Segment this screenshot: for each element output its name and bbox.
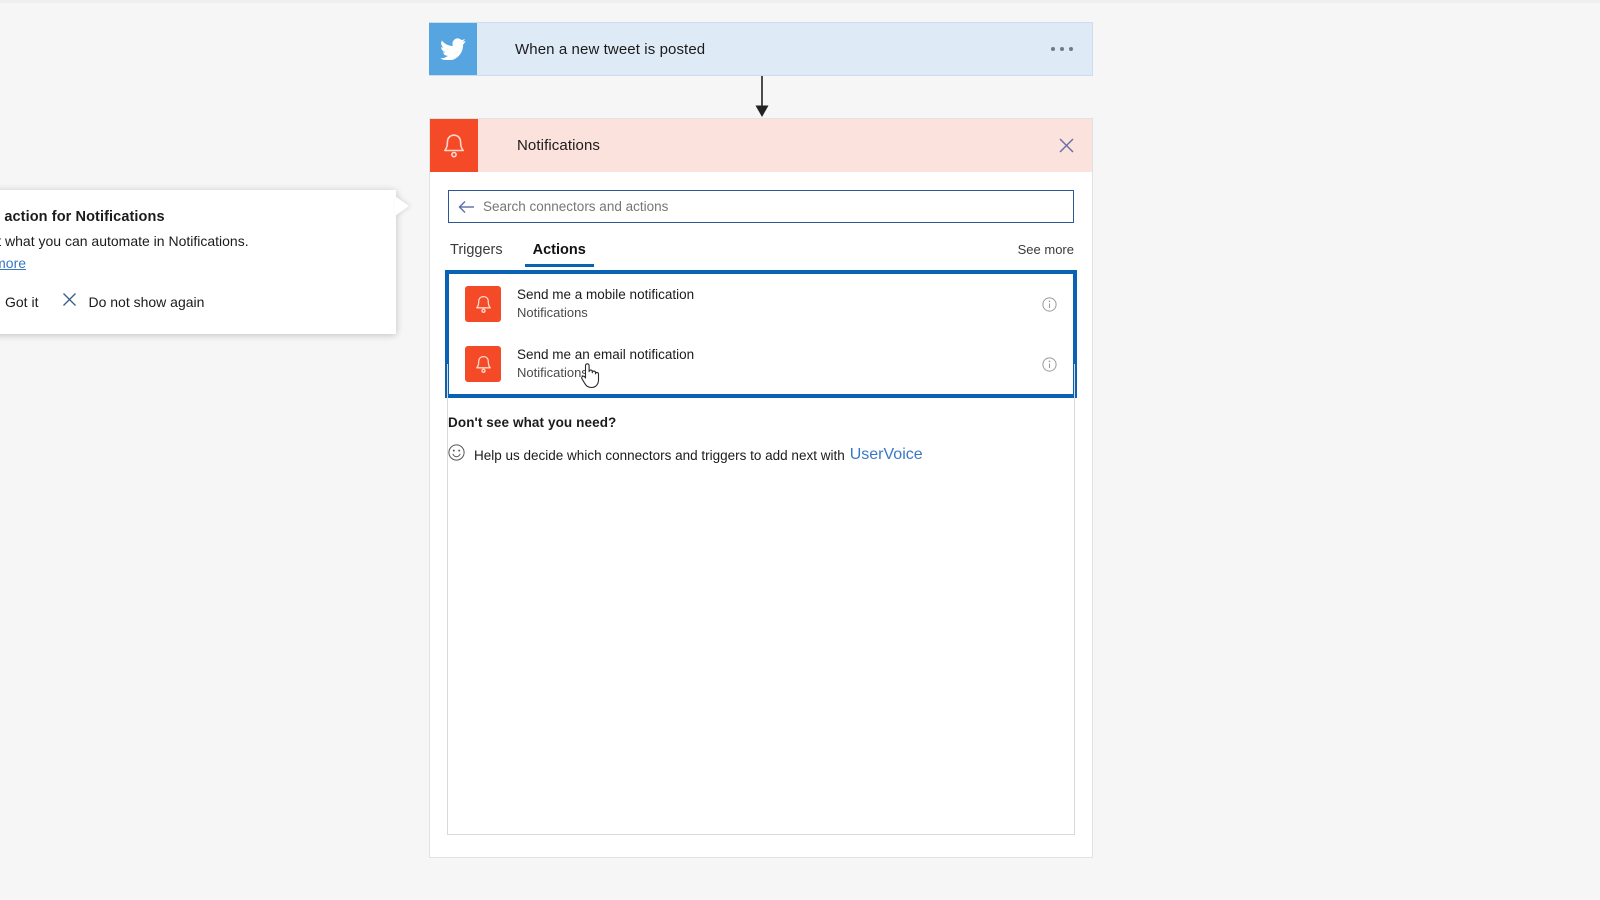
callout-beak [395,196,409,216]
down-arrow-icon [753,76,771,118]
twitter-bird-icon [429,22,477,75]
callout-actions: Got it Do not show again [0,292,396,312]
bell-icon [430,119,478,172]
do-not-show-again-button[interactable]: Do not show again [62,292,204,312]
top-hairline [0,0,1600,3]
list-item-subtitle: Notifications [517,365,588,380]
list-item-text: Send me an email notification Notificati… [517,346,694,382]
search-box[interactable] [448,190,1074,223]
trigger-card[interactable]: When a new tweet is posted [429,22,1093,76]
ellipsis-icon[interactable] [1051,47,1073,51]
see-more-link[interactable]: See more [1018,242,1074,267]
bell-icon [465,286,501,322]
info-icon[interactable] [1039,354,1059,374]
picker-title: Notifications [517,137,601,154]
bell-icon [465,346,501,382]
smiley-icon [448,444,465,466]
do-not-show-again-label: Do not show again [88,294,205,310]
callout-body: d out what you can automate in Notificat… [0,233,249,249]
info-icon[interactable] [1039,294,1059,314]
trigger-title: When a new tweet is posted [515,40,706,58]
uservoice-link[interactable]: UserVoice [850,446,923,464]
picker-tabs: Triggers Actions See more [448,223,1074,267]
results-highlight-box: Send me a mobile notification Notificati… [445,270,1077,398]
callout-content: d an action for Notifications d out what… [0,190,396,273]
got-it-button[interactable]: Got it [5,294,38,310]
learn-more-link[interactable]: arn more [0,255,26,271]
back-arrow-icon[interactable] [449,200,483,214]
footer-line: Help us decide which connectors and trig… [448,444,1074,466]
list-item-title: Send me a mobile notification [517,287,695,302]
list-item[interactable]: Send me an email notification Notificati… [449,334,1073,394]
close-icon[interactable] [1053,133,1079,159]
list-item-subtitle: Notifications [517,305,588,320]
footer-title: Don't see what you need? [448,415,617,430]
list-item-text: Send me a mobile notification Notificati… [517,286,694,322]
footer-prompt: Don't see what you need? Help us decide … [448,415,1074,466]
picker-header: Notifications [430,119,1092,172]
tab-actions[interactable]: Actions [524,242,595,267]
close-icon [62,292,77,312]
action-picker-card: Notifications Triggers Actions See more [429,118,1093,858]
callout-title: d an action for Notifications [0,209,165,225]
teaching-callout: d an action for Notifications d out what… [0,190,396,334]
tab-triggers[interactable]: Triggers [448,242,505,267]
list-item-title: Send me an email notification [517,347,695,362]
search-input[interactable] [483,192,1073,221]
list-item[interactable]: Send me a mobile notification Notificati… [449,274,1073,334]
footer-text: Help us decide which connectors and trig… [474,447,845,463]
flow-designer-canvas: When a new tweet is posted Notifications [0,0,1600,900]
